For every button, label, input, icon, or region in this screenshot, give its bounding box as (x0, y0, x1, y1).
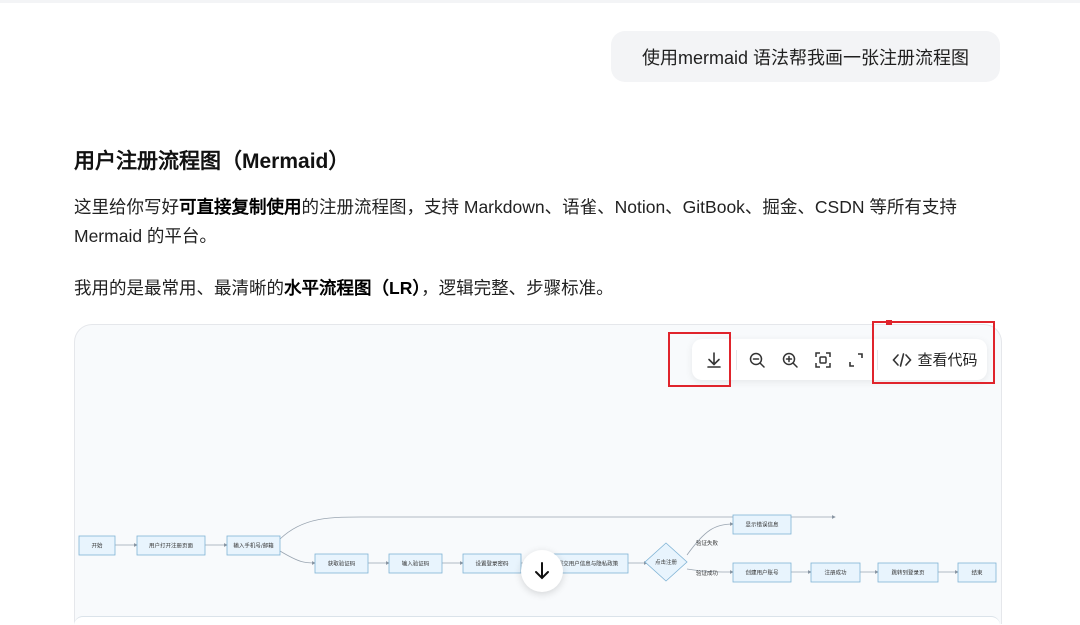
flowchart-node-label: 开始 (91, 542, 103, 550)
flowchart-node-label: 输入验证码 (402, 560, 430, 568)
highlight-view-code-box (872, 321, 995, 384)
scroll-down-button[interactable] (521, 550, 563, 592)
user-message-bubble: 使用mermaid 语法帮我画一张注册流程图 (611, 31, 1000, 82)
para2-text-after: ，逻辑完整、步骤标准。 (421, 278, 614, 298)
flowchart-node-label: 提交用户信息与隐私政策 (558, 560, 619, 568)
answer-paragraph-2: 我用的是最常用、最清晰的水平流程图（LR），逻辑完整、步骤标准。 (74, 274, 1004, 303)
flowchart-node-label: 创建用户账号 (745, 569, 779, 577)
flowchart-node-label: 显示错误信息 (745, 521, 779, 529)
flowchart-node-label: 跳转到登录页 (891, 569, 925, 577)
para2-bold-text: 水平流程图（LR） (284, 278, 422, 298)
toolbar-separator (736, 350, 737, 370)
flowchart-node-label: 设置登录密码 (475, 560, 509, 568)
para1-text-before: 这里给你写好 (74, 197, 179, 217)
fit-screen-button[interactable] (808, 339, 838, 380)
flowchart-node-label: 注册成功 (824, 569, 847, 577)
highlight-download-box (668, 332, 731, 387)
arrow-down-icon (535, 562, 549, 580)
flowchart-node-label: 用户打开注册页面 (149, 542, 194, 550)
next-card-edge (74, 616, 1000, 625)
highlight-marker (886, 320, 892, 325)
fit-screen-icon (815, 351, 831, 368)
zoom-out-icon (749, 352, 765, 368)
flowchart-node-label: 获取验证码 (328, 560, 356, 568)
top-divider (0, 0, 1080, 3)
fullscreen-icon (849, 352, 863, 367)
answer-paragraph-1: 这里给你写好可直接复制使用的注册流程图，支持 Markdown、语雀、Notio… (74, 193, 1004, 251)
user-message-text: 使用mermaid 语法帮我画一张注册流程图 (641, 47, 969, 68)
flowchart-node-label: 结束 (971, 569, 983, 577)
para1-bold-text: 可直接复制使用 (179, 197, 302, 217)
zoom-out-button[interactable] (742, 339, 772, 380)
zoom-in-icon (782, 352, 798, 368)
flowchart-edge-label: 验证失败 (696, 539, 719, 547)
para2-text-before: 我用的是最常用、最清晰的 (74, 278, 284, 298)
flowchart-node-label: 点击注册 (655, 558, 678, 566)
answer-heading: 用户注册流程图（Mermaid） (74, 150, 350, 173)
fullscreen-button[interactable] (841, 339, 871, 380)
zoom-in-button[interactable] (775, 339, 805, 380)
flowchart-node-label: 输入手机号/邮箱 (233, 542, 274, 550)
flowchart-edge-label: 验证成功 (696, 569, 719, 577)
